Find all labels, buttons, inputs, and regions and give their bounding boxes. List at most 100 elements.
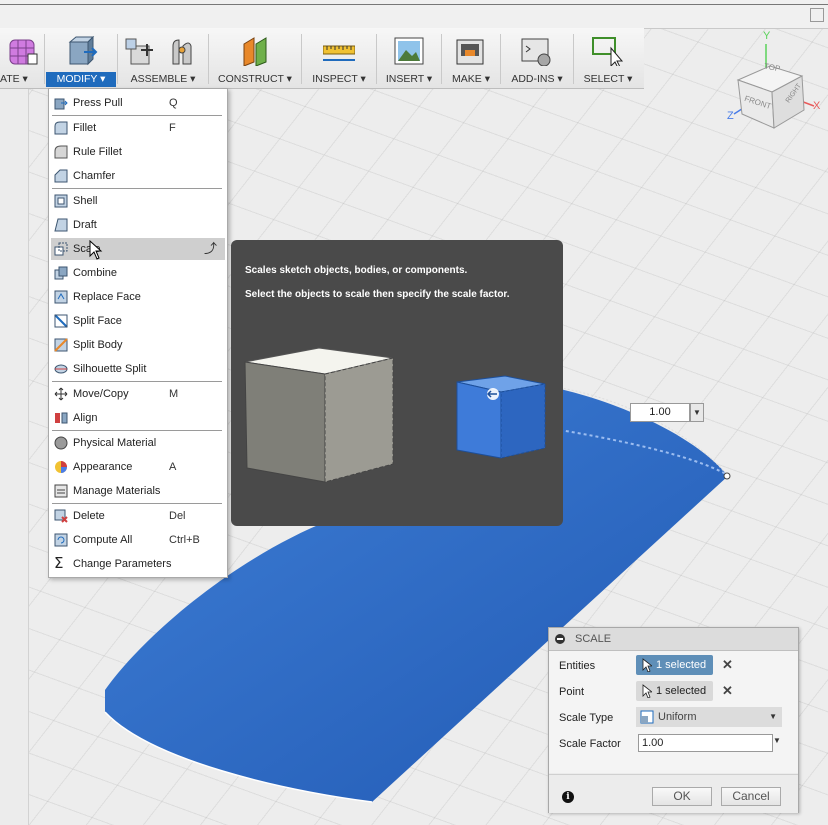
physical-material-icon: [54, 436, 68, 450]
toolbar-modify-label: MODIFY ▾: [46, 72, 116, 87]
toolbar-assemble-label: ASSEMBLE ▾: [130, 73, 196, 85]
scale-dialog-body: Entities 1 selected ✕ Point 1 selected ✕…: [549, 651, 798, 773]
axis-y-label: Y: [763, 30, 771, 42]
menu-item-shell[interactable]: Shell: [51, 190, 225, 212]
toolbar-select-label: SELECT ▾: [583, 73, 633, 85]
toolbar-insert[interactable]: INSERT ▾: [378, 28, 440, 88]
toolbar-make[interactable]: MAKE ▾: [443, 28, 499, 88]
info-icon[interactable]: i: [562, 791, 574, 803]
menu-item-compute-all[interactable]: Compute All Ctrl+B: [51, 529, 225, 551]
scale-factor-canvas-input[interactable]: 1.00: [630, 403, 690, 422]
clear-point-icon[interactable]: ✕: [722, 683, 733, 699]
menu-item-move-copy[interactable]: Move/Copy M: [51, 383, 225, 405]
window-control-icon[interactable]: [810, 8, 824, 22]
manage-materials-icon: [54, 484, 68, 498]
uniform-scale-icon: [640, 710, 654, 724]
title-bar: [0, 0, 828, 29]
draft-icon: [54, 218, 68, 232]
scale-dialog: SCALE Entities 1 selected ✕ Point 1 sele…: [548, 627, 799, 813]
insert-image-icon: [394, 37, 424, 65]
axis-x-label: X: [813, 100, 821, 112]
appearance-icon: [55, 461, 67, 473]
menu-item-replace-face[interactable]: Replace Face: [51, 286, 225, 308]
toolbar-add-ins-label: ADD-INS ▾: [511, 73, 563, 85]
shell-icon: [54, 194, 68, 208]
point-label: Point: [559, 686, 585, 698]
toolbar-assemble[interactable]: ASSEMBLE ▾: [119, 28, 207, 88]
toolbar-inspect-label: INSPECT ▾: [312, 73, 366, 85]
split-body-icon: [54, 338, 68, 352]
view-cube[interactable]: TOP FRONT RIGHT Y Z X: [722, 30, 828, 130]
select-cursor-icon: [642, 684, 652, 698]
chamfer-icon: [54, 169, 68, 183]
delete-icon: [54, 509, 68, 523]
menu-item-manage-materials[interactable]: Manage Materials: [51, 480, 225, 502]
select-icon: [592, 37, 624, 66]
split-face-icon: [54, 314, 68, 328]
scale-tooltip: Scales sketch objects, bodies, or compon…: [231, 240, 563, 526]
menu-item-physical-material[interactable]: Physical Material: [51, 432, 225, 454]
menu-item-scale[interactable]: Scale ⤴: [51, 238, 225, 260]
main-toolbar: ATE ▾ MODIFY ▾ ASSEMBLE ▾ CONSTRUCT ▾ IN…: [0, 28, 644, 89]
menu-item-rule-fillet[interactable]: Rule Fillet: [51, 141, 225, 163]
scale-type-select[interactable]: Uniform ▼: [636, 707, 782, 727]
menu-item-align[interactable]: Align: [51, 407, 225, 429]
toolbar-create[interactable]: ATE ▾: [0, 28, 44, 88]
clear-entities-icon[interactable]: ✕: [722, 657, 733, 673]
3d-print-icon: [456, 39, 484, 65]
toolbar-modify[interactable]: MODIFY ▾: [46, 28, 116, 88]
ok-button[interactable]: OK: [652, 787, 712, 806]
menu-item-silhouette-split[interactable]: Silhouette Split: [51, 358, 225, 380]
scale-factor-dropdown-icon[interactable]: ▼: [773, 736, 781, 745]
create-form-icon: [9, 39, 38, 65]
press-pull-icon: [68, 36, 98, 66]
scale-factor-label: Scale Factor: [559, 738, 621, 750]
select-cursor-icon: [642, 658, 652, 672]
collapse-icon[interactable]: [555, 634, 565, 644]
axis-z-label: Z: [727, 110, 734, 122]
toolbar-construct-label: CONSTRUCT ▾: [218, 73, 292, 85]
menu-item-change-parameters[interactable]: Σ Change Parameters: [51, 553, 225, 575]
scale-type-label: Scale Type: [559, 712, 614, 724]
modify-menu: Press Pull Q Fillet F Rule Fillet Chamfe…: [48, 88, 228, 578]
left-panel-strip: [0, 88, 29, 825]
menu-item-split-body[interactable]: Split Body: [51, 334, 225, 356]
toolbar-inspect[interactable]: INSPECT ▾: [303, 28, 375, 88]
mouse-cursor-icon: [89, 240, 103, 260]
measure-icon: [323, 45, 355, 61]
toolbar-make-label: MAKE ▾: [452, 73, 490, 85]
toolbar-add-ins[interactable]: ADD-INS ▾: [502, 28, 572, 88]
scale-illustration: [244, 347, 546, 483]
menu-item-delete[interactable]: Delete Del: [51, 505, 225, 527]
menu-item-appearance[interactable]: Appearance A: [51, 456, 225, 478]
scale-factor-canvas-dropdown[interactable]: ▼: [690, 403, 704, 422]
toolbar-construct[interactable]: CONSTRUCT ▾: [210, 28, 300, 88]
replace-face-icon: [54, 290, 68, 304]
new-component-icon: [125, 38, 153, 65]
chevron-down-icon: ▼: [769, 712, 777, 721]
return-arrow-icon: ⤴: [204, 241, 218, 256]
toolbar-select[interactable]: SELECT ▾: [575, 28, 641, 88]
entities-select-button[interactable]: 1 selected: [636, 655, 713, 675]
offset-plane-icon: [243, 37, 267, 66]
silhouette-split-icon: [54, 364, 68, 374]
point-select-button[interactable]: 1 selected: [636, 681, 713, 701]
sigma-icon: Σ: [54, 554, 64, 572]
toolbar-create-label: ATE ▾: [0, 73, 28, 85]
scale-point-handle[interactable]: [723, 472, 731, 480]
scale-dialog-footer: i OK Cancel: [549, 774, 798, 813]
rule-fillet-icon: [54, 145, 68, 159]
menu-item-fillet[interactable]: Fillet F: [51, 117, 225, 139]
tooltip-instruction: Select the objects to scale then specify…: [245, 289, 510, 300]
menu-item-combine[interactable]: Combine: [51, 262, 225, 284]
press-pull-icon: [54, 98, 68, 110]
menu-item-draft[interactable]: Draft: [51, 214, 225, 236]
menu-item-chamfer[interactable]: Chamfer: [51, 165, 225, 187]
menu-item-split-face[interactable]: Split Face: [51, 310, 225, 332]
scale-dialog-header[interactable]: SCALE: [549, 628, 798, 651]
entities-label: Entities: [559, 660, 596, 672]
compute-all-icon: [54, 533, 68, 547]
menu-item-press-pull[interactable]: Press Pull Q: [51, 92, 225, 114]
cancel-button[interactable]: Cancel: [721, 787, 781, 806]
scale-factor-input[interactable]: 1.00: [638, 734, 773, 752]
